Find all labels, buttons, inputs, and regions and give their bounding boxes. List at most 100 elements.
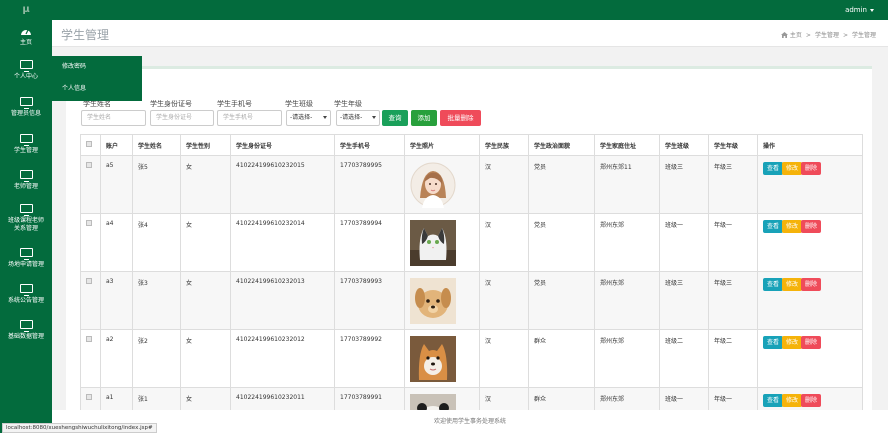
table-row: a4 张4 女 410224199610232014 17703789994 汉… <box>80 213 863 272</box>
row-checkbox[interactable] <box>86 394 92 400</box>
sidebar-item-class-course-teacher[interactable]: 班级课程老师 关系管理 <box>0 204 52 233</box>
sidebar-item-label: 场地申请管理 <box>7 261 44 268</box>
politics-cell: 党员 <box>528 271 595 330</box>
id-search-input[interactable]: 学生身份证号 <box>150 110 214 126</box>
user-menu[interactable]: admin <box>845 0 874 20</box>
view-button[interactable]: 查看 <box>763 220 784 233</box>
phone-cell: 17703789995 <box>334 155 405 214</box>
sidebar-item-teacher-mgmt[interactable]: 老师管理 <box>0 170 52 191</box>
column-header: 学生家庭住址 <box>594 134 660 156</box>
edit-button[interactable]: 修改 <box>782 220 803 233</box>
view-button[interactable]: 查看 <box>763 394 784 407</box>
delete-button[interactable]: 删除 <box>801 220 822 233</box>
address-cell: 郑州东郊11 <box>594 155 660 214</box>
account-cell: a5 <box>100 155 133 214</box>
add-button[interactable]: 添加 <box>411 110 437 126</box>
id-cell: 410224199610232014 <box>230 213 335 272</box>
sidebar-item-label-line1: 班级课程老师 <box>7 217 44 224</box>
grade-cell: 年级二 <box>708 329 758 388</box>
class-cell: 班级一 <box>659 213 709 272</box>
name-search-input[interactable]: 学生姓名 <box>81 110 146 126</box>
sidebar-item-label: 系统公告管理 <box>7 297 44 304</box>
breadcrumb-home[interactable]: 主页 <box>790 32 802 39</box>
column-header: 学生手机号 <box>334 134 405 156</box>
photo-cell <box>404 155 480 214</box>
edit-button[interactable]: 修改 <box>782 394 803 407</box>
column-header: 学生姓名 <box>132 134 181 156</box>
sidebar-item-venue-request[interactable]: 场地申请管理 <box>0 248 52 269</box>
sidebar-item-base-data[interactable]: 基础数据管理 <box>0 320 52 341</box>
row-checkbox[interactable] <box>86 336 92 342</box>
breadcrumb-section[interactable]: 学生管理 <box>815 32 839 39</box>
app-logo[interactable]: μ <box>0 0 52 20</box>
column-header: 账户 <box>100 134 133 156</box>
class-select[interactable]: -请选择- <box>286 110 331 126</box>
edit-button[interactable]: 修改 <box>782 162 803 175</box>
row-select-cell[interactable] <box>80 329 101 388</box>
gender-cell: 女 <box>180 213 231 272</box>
row-checkbox[interactable] <box>86 220 92 226</box>
grade-cell: 年级三 <box>708 271 758 330</box>
column-header: 操作 <box>757 134 863 156</box>
phone-cell: 17703789993 <box>334 271 405 330</box>
gender-cell: 女 <box>180 329 231 388</box>
row-checkbox[interactable] <box>86 278 92 284</box>
row-select-cell[interactable] <box>80 155 101 214</box>
address-cell: 郑州东郊 <box>594 329 660 388</box>
monitor-icon <box>19 320 33 332</box>
grade-label: 学生年级 <box>334 100 362 108</box>
submenu-item-personal-info[interactable]: 个人信息 <box>52 78 142 100</box>
actions-cell: 查看 修改 删除 <box>757 329 863 388</box>
select-all-checkbox[interactable] <box>86 141 92 147</box>
sidebar-item-student-mgmt[interactable]: 学生管理 <box>0 134 52 155</box>
view-button[interactable]: 查看 <box>763 336 784 349</box>
row-select-cell[interactable] <box>80 213 101 272</box>
actions-cell: 查看 修改 删除 <box>757 271 863 330</box>
id-label: 学生身份证号 <box>150 100 192 108</box>
batch-delete-button[interactable]: 批量删除 <box>440 110 481 126</box>
gender-cell: 女 <box>180 271 231 330</box>
status-bar-url: localhost:8080/xueshengshiwuchulixitong/… <box>2 423 157 433</box>
page-header: 学生管理 主页 > 学生管理 > 学生管理 <box>52 20 888 47</box>
grade-select[interactable]: -请选择- <box>336 110 380 126</box>
sidebar-item-label-line2: 关系管理 <box>13 225 38 232</box>
view-button[interactable]: 查看 <box>763 162 784 175</box>
phone-search-input[interactable]: 学生手机号 <box>217 110 282 126</box>
sidebar-item-personal-center[interactable]: 个人中心 <box>0 60 52 81</box>
delete-button[interactable]: 删除 <box>801 162 822 175</box>
query-button[interactable]: 查询 <box>382 110 408 126</box>
monitor-icon <box>19 134 33 146</box>
actions-cell: 查看 修改 删除 <box>757 155 863 214</box>
student-table: 账户 学生姓名 学生性别 学生身份证号 学生手机号 学生照片 学生民族 学生政治… <box>80 134 863 433</box>
sidebar-item-label: 学生管理 <box>13 147 38 154</box>
phone-cell: 17703789994 <box>334 213 405 272</box>
class-select-value: -请选择- <box>290 114 313 121</box>
sidebar-item-admin-info[interactable]: 管理员信息 <box>0 97 52 118</box>
sidebar-item-announcements[interactable]: 系统公告管理 <box>0 284 52 305</box>
top-bar: μ admin <box>0 0 888 20</box>
edit-button[interactable]: 修改 <box>782 278 803 291</box>
dashboard-icon <box>21 29 31 35</box>
monitor-icon <box>19 170 33 182</box>
select-all-cell[interactable] <box>80 134 101 156</box>
delete-button[interactable]: 删除 <box>801 394 822 407</box>
politics-cell: 党员 <box>528 213 595 272</box>
sidebar: 主页 个人中心 管理员信息 学生管理 老师管理 班级课程老师 关系管理 场地申请… <box>0 20 52 433</box>
column-header: 学生民族 <box>479 134 529 156</box>
row-checkbox[interactable] <box>86 162 92 168</box>
submenu-item-change-password[interactable]: 修改密码 <box>52 56 142 78</box>
sidebar-item-home[interactable]: 主页 <box>0 26 52 47</box>
delete-button[interactable]: 删除 <box>801 278 822 291</box>
view-button[interactable]: 查看 <box>763 278 784 291</box>
photo-cell <box>404 329 480 388</box>
photo-cell <box>404 271 480 330</box>
monitor-icon <box>19 97 33 109</box>
politics-cell: 党员 <box>528 155 595 214</box>
column-header: 学生性别 <box>180 134 231 156</box>
column-header: 学生政治面貌 <box>528 134 595 156</box>
delete-button[interactable]: 删除 <box>801 336 822 349</box>
actions-cell: 查看 修改 删除 <box>757 213 863 272</box>
row-select-cell[interactable] <box>80 271 101 330</box>
name-cell: 张5 <box>132 155 181 214</box>
edit-button[interactable]: 修改 <box>782 336 803 349</box>
